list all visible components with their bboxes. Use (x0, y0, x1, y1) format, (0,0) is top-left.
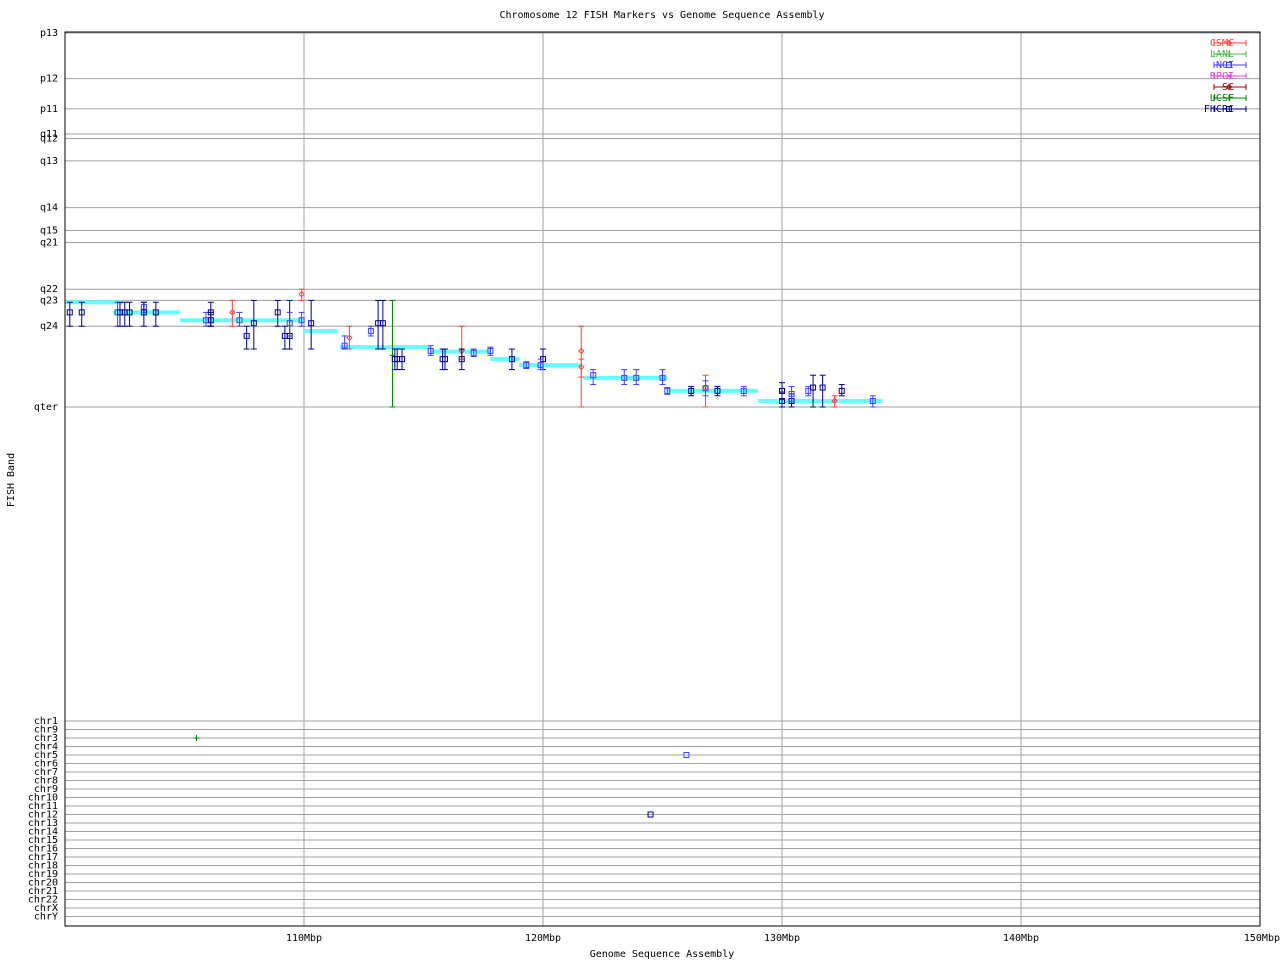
band-tick-label: q23 (40, 295, 58, 306)
band-tick-label: q15 (40, 225, 58, 236)
band-tick-label: p13 (40, 28, 58, 39)
band-tick-label: q13 (40, 156, 58, 167)
band-tick-label: q24 (40, 321, 58, 332)
chart-title: Chromosome 12 FISH Markers vs Genome Seq… (499, 10, 824, 21)
x-tick-label: 110Mbp (286, 933, 322, 944)
x-tick-label: 140Mbp (1003, 933, 1039, 944)
x-axis-label: Genome Sequence Assembly (590, 949, 735, 960)
y-axis-label: FISH Band (6, 453, 17, 507)
band-tick-label: p11 (40, 104, 58, 115)
x-tick-label: 130Mbp (764, 933, 800, 944)
x-tick-label: 150Mbp (1244, 933, 1280, 944)
data-point-nci (664, 387, 671, 395)
band-tick-label: q12 (40, 133, 58, 144)
band-tick-label: qter (34, 402, 58, 413)
data-point-nci (470, 348, 477, 358)
band-tick-label: q22 (40, 284, 58, 295)
band-tick-label: q21 (40, 237, 58, 248)
chr-tick-label: chrY (34, 912, 58, 923)
chart-background (0, 0, 1280, 960)
band-tick-label: p12 (40, 74, 58, 85)
x-tick-label: 120Mbp (525, 933, 561, 944)
band-tick-label: q14 (40, 203, 58, 214)
chart-svg: p13p12p11q11q12q13q14q15q21q22q23q24qter… (0, 0, 1280, 960)
data-point-nci (523, 361, 530, 369)
